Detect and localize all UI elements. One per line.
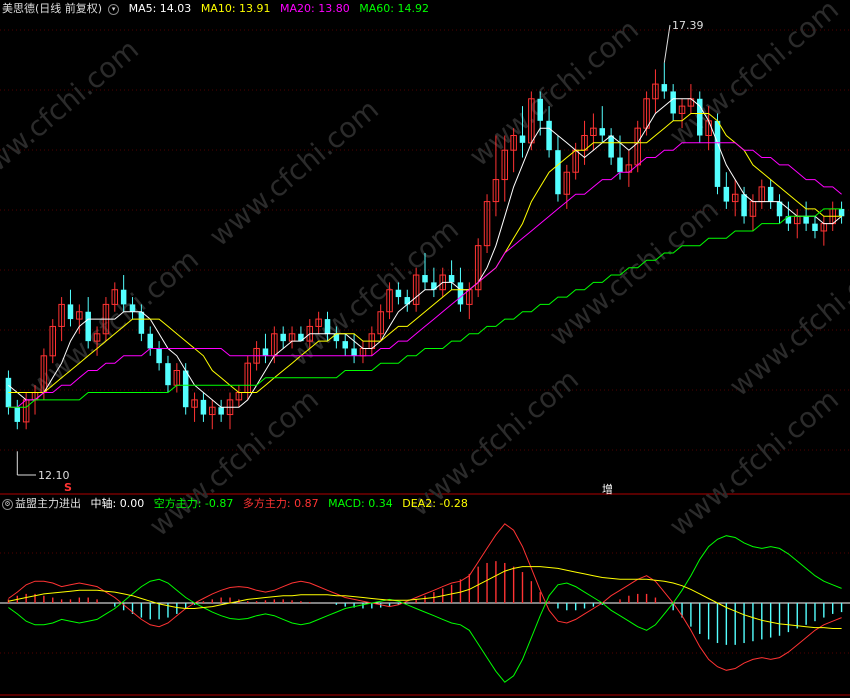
candle-body bbox=[457, 282, 464, 305]
indicator-name[interactable]: 益盟主力进出 bbox=[15, 497, 81, 510]
candle-body bbox=[803, 216, 809, 224]
candle-body bbox=[200, 399, 207, 415]
candle-body bbox=[395, 289, 402, 298]
candle-body bbox=[617, 157, 623, 173]
bear-main-label: 空方主力: -0.87 bbox=[153, 497, 234, 510]
candle-body bbox=[599, 128, 606, 136]
watermark-text: www.cfchi.com bbox=[23, 243, 205, 403]
zero-axis-label: 中轴: 0.00 bbox=[90, 497, 145, 510]
high-marker-line bbox=[663, 24, 671, 63]
watermark-text: www.cfchi.com bbox=[543, 193, 725, 353]
candle-body bbox=[147, 333, 153, 349]
watermark-text: www.cfchi.com bbox=[663, 383, 845, 543]
candle-body bbox=[670, 91, 676, 114]
dropdown-icon[interactable]: ▾ bbox=[108, 3, 120, 15]
ma20-label: MA20: 13.80 bbox=[280, 2, 350, 15]
bull-main-label: 多方主力: 0.87 bbox=[242, 497, 319, 510]
high-price-label: 17.39 bbox=[672, 19, 704, 32]
watermark-text: www.cfchi.com bbox=[203, 93, 385, 253]
price-header: 美思德(日线 前复权) ▾ MA5: 14.03 MA10: 13.91 MA20… bbox=[2, 2, 435, 16]
indicator-line bbox=[8, 535, 842, 683]
candle-body bbox=[182, 370, 189, 408]
candle-body bbox=[120, 289, 127, 305]
watermark-text: www.cfchi.com bbox=[463, 13, 645, 173]
macd-label: MACD: 0.34 bbox=[328, 497, 393, 510]
candle-body bbox=[218, 407, 224, 415]
candle-body bbox=[67, 304, 74, 320]
candle-body bbox=[324, 319, 331, 334]
candle-body bbox=[448, 275, 455, 283]
candle-body bbox=[138, 311, 145, 334]
signal-marker-zeng: 增 bbox=[602, 483, 613, 496]
ma10-label: MA10: 13.91 bbox=[200, 2, 271, 15]
candle-body bbox=[422, 275, 428, 283]
watermark-text: www.cfchi.com bbox=[0, 33, 145, 193]
candle-body bbox=[129, 304, 136, 312]
candle-body bbox=[280, 333, 286, 342]
candle-body bbox=[555, 150, 561, 195]
candle-body bbox=[767, 186, 774, 202]
signal-marker-s: S bbox=[64, 481, 72, 494]
candle-body bbox=[262, 348, 269, 356]
candle-body bbox=[537, 98, 543, 121]
candle-body bbox=[838, 208, 845, 217]
candle-body bbox=[165, 363, 171, 386]
settings-icon[interactable]: ⚙ bbox=[2, 498, 13, 510]
chart-canvas[interactable]: www.cfchi.com www.cfchi.com www.cfchi.com w… bbox=[0, 0, 850, 698]
watermark-text: www.cfchi.com bbox=[143, 383, 325, 543]
candle-body bbox=[723, 186, 730, 202]
candle-body bbox=[342, 341, 348, 349]
candle-body bbox=[546, 120, 552, 151]
candle-body bbox=[351, 348, 357, 356]
dea2-label: DEA2: -0.28 bbox=[402, 497, 468, 510]
stock-title[interactable]: 美思德(日线 前复权) bbox=[2, 2, 102, 15]
indicator-header: ⚙ 益盟主力进出 中轴: 0.00 空方主力: -0.87 多方主力: 0.87 … bbox=[2, 497, 474, 511]
candle-body bbox=[714, 120, 721, 187]
candle-body bbox=[608, 135, 614, 158]
ma5-label: MA5: 14.03 bbox=[128, 2, 192, 15]
ma60-label: MA60: 14.92 bbox=[359, 2, 429, 15]
candle-body bbox=[741, 194, 747, 217]
candle-body bbox=[812, 223, 818, 231]
candle-body bbox=[519, 135, 526, 143]
watermark-text: www.cfchi.com bbox=[723, 243, 850, 403]
candle-body bbox=[156, 348, 162, 364]
candle-body bbox=[85, 311, 91, 342]
candle-body bbox=[14, 407, 21, 422]
candle-body bbox=[661, 84, 668, 92]
